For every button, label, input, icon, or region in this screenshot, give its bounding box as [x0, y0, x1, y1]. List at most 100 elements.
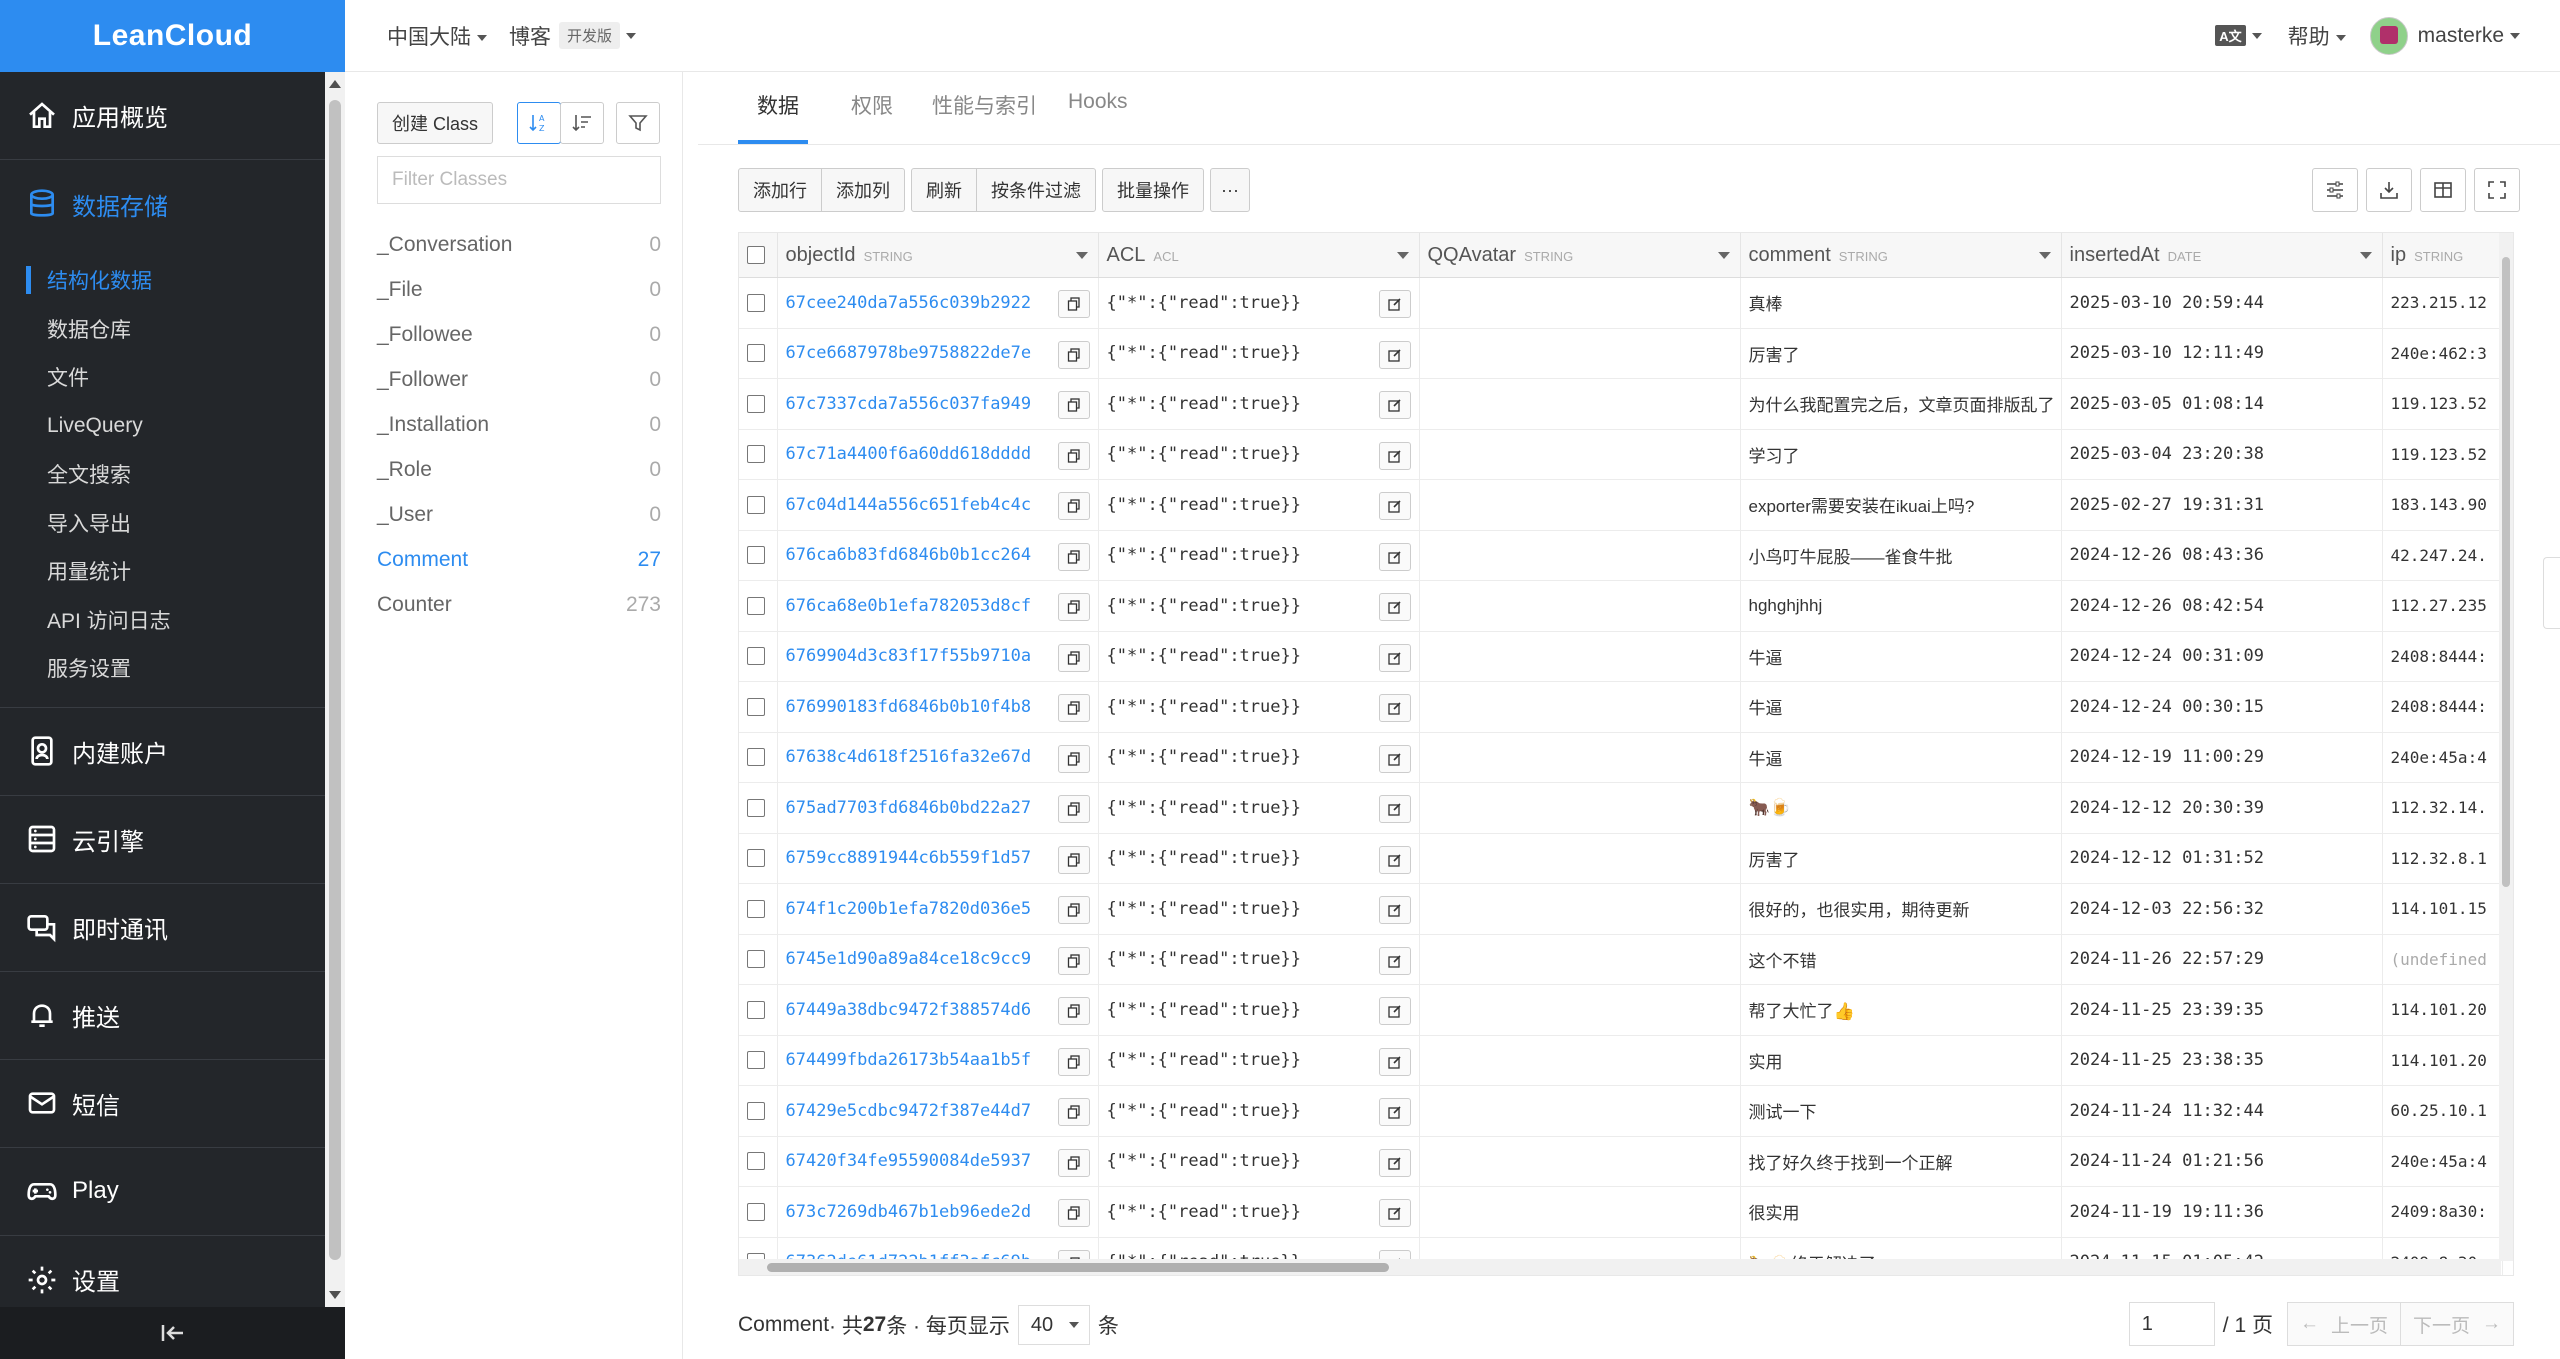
cell-qqavatar[interactable]	[1419, 580, 1741, 632]
column-menu-icon[interactable]	[1075, 252, 1088, 259]
row-select-cell[interactable]	[739, 631, 778, 682]
cell-qqavatar[interactable]	[1419, 1136, 1741, 1187]
tab-data[interactable]: 数据	[757, 90, 799, 120]
edit-acl-button[interactable]	[1378, 997, 1411, 1025]
scroll-thumb[interactable]	[329, 100, 341, 1260]
class-item[interactable]: Counter 273	[377, 582, 661, 627]
cell-comment[interactable]: 🐂🍺	[1740, 782, 2062, 834]
batch-button[interactable]: 批量操作	[1102, 168, 1204, 212]
cell-acl[interactable]: {"*":{"read":true}}	[1098, 479, 1420, 531]
cell-comment[interactable]: 牛逼	[1740, 681, 2062, 733]
cell-objectid[interactable]: 676990183fd6846b0b10f4b8	[777, 681, 1099, 733]
cell-ip[interactable]: 114.101.20	[2382, 1035, 2503, 1086]
cell-objectid[interactable]: 676ca6b83fd6846b0b1cc264	[777, 530, 1099, 581]
cell-acl[interactable]: {"*":{"read":true}}	[1098, 934, 1420, 985]
table-row[interactable]: 674499fbda26173b54aa1b5f {"*":{"read":tru…	[739, 1035, 2503, 1086]
edit-acl-button[interactable]	[1378, 1047, 1411, 1076]
cell-acl[interactable]: {"*":{"read":true}}	[1098, 1186, 1420, 1238]
edit-acl-button[interactable]	[1378, 1148, 1411, 1177]
tab-permissions[interactable]: 权限	[851, 90, 893, 120]
class-item[interactable]: _Installation 0	[377, 402, 661, 447]
cell-objectid[interactable]: 67ce6687978be9758822de7e	[777, 328, 1099, 379]
edit-acl-button[interactable]	[1378, 492, 1411, 520]
refresh-button[interactable]: 刷新	[911, 168, 977, 212]
cell-qqavatar[interactable]	[1419, 782, 1741, 834]
cell-comment[interactable]: 找了好久终于找到一个正解	[1740, 1136, 2062, 1187]
cell-insertedat[interactable]: 2025-03-04 23:20:38	[2061, 429, 2383, 480]
cell-objectid[interactable]: 675ad7703fd6846b0bd22a27	[777, 782, 1099, 834]
cell-qqavatar[interactable]	[1419, 934, 1741, 985]
scroll-down-arrow-icon[interactable]	[329, 1291, 341, 1299]
copy-button[interactable]	[1057, 492, 1090, 520]
row-select-cell[interactable]	[739, 1085, 778, 1137]
table-row[interactable]: 676ca68e0b1efa782053d8cf {"*":{"read":tru…	[739, 580, 2503, 632]
row-select-cell[interactable]	[739, 277, 778, 329]
help-menu[interactable]: 帮助	[2288, 21, 2346, 51]
row-checkbox[interactable]	[747, 293, 765, 312]
copy-button[interactable]	[1057, 391, 1090, 419]
edit-acl-button[interactable]	[1378, 946, 1411, 975]
user-menu[interactable]: masterke	[2369, 16, 2520, 55]
edit-acl-button[interactable]	[1378, 593, 1411, 621]
row-checkbox[interactable]	[747, 647, 765, 666]
cell-ip[interactable]: 114.101.15	[2382, 883, 2503, 935]
cell-insertedat[interactable]: 2024-12-12 01:31:52	[2061, 833, 2383, 884]
row-select-cell[interactable]	[739, 934, 778, 985]
cell-insertedat[interactable]: 2024-11-24 01:21:56	[2061, 1136, 2383, 1187]
cell-qqavatar[interactable]	[1419, 1035, 1741, 1086]
nav-sms[interactable]: 短信	[0, 1060, 325, 1148]
cell-objectid[interactable]: 67c04d144a556c651feb4c4c	[777, 479, 1099, 531]
edit-acl-button[interactable]	[1378, 795, 1411, 823]
sort-count-button[interactable]	[560, 102, 604, 144]
cell-acl[interactable]: {"*":{"read":true}}	[1098, 681, 1420, 733]
language-selector[interactable]: A文	[2215, 25, 2262, 46]
row-select-cell[interactable]	[739, 1136, 778, 1187]
table-row[interactable]: 676990183fd6846b0b10f4b8 {"*":{"read":tru…	[739, 681, 2503, 733]
edit-acl-button[interactable]	[1378, 896, 1411, 924]
row-checkbox[interactable]	[747, 899, 765, 918]
row-checkbox[interactable]	[747, 1152, 765, 1171]
cell-acl[interactable]: {"*":{"read":true}}	[1098, 580, 1420, 632]
table-row[interactable]: 6745e1d90a89a84ce18c9cc9 {"*":{"read":tru…	[739, 934, 2503, 985]
cell-comment[interactable]: 小鸟叮牛屁股——雀食牛批	[1740, 530, 2062, 581]
edit-acl-button[interactable]	[1378, 744, 1411, 773]
create-class-button[interactable]: 创建 Class	[377, 102, 493, 144]
sub-item-search[interactable]: 全文搜索	[0, 450, 325, 499]
edit-acl-button[interactable]	[1378, 1098, 1411, 1126]
next-page-button[interactable]: 下一页 →	[2399, 1302, 2514, 1346]
cell-comment[interactable]: 真棒	[1740, 277, 2062, 329]
cell-comment[interactable]: 为什么我配置完之后，文章页面排版乱了	[1740, 378, 2062, 430]
cell-objectid[interactable]: 67cee240da7a556c039b2922	[777, 277, 1099, 329]
cell-objectid[interactable]: 67c7337cda7a556c037fa949	[777, 378, 1099, 430]
table-row[interactable]: 67420f34fe95590084de5937 {"*":{"read":tru…	[739, 1136, 2503, 1187]
cell-acl[interactable]: {"*":{"read":true}}	[1098, 984, 1420, 1036]
copy-button[interactable]	[1057, 290, 1090, 318]
cell-ip[interactable]: 240e:45a:4	[2382, 732, 2503, 783]
copy-button[interactable]	[1057, 795, 1090, 823]
row-checkbox[interactable]	[747, 546, 765, 565]
row-select-cell[interactable]	[739, 681, 778, 733]
table-row[interactable]: 67ce6687978be9758822de7e {"*":{"read":tru…	[739, 328, 2503, 379]
copy-button[interactable]	[1057, 1148, 1090, 1177]
cell-comment[interactable]: 厉害了	[1740, 833, 2062, 884]
filter-classes-button[interactable]	[616, 102, 660, 144]
row-select-cell[interactable]	[739, 328, 778, 379]
row-select-cell[interactable]	[739, 833, 778, 884]
cell-ip[interactable]: 114.101.20	[2382, 984, 2503, 1036]
copy-button[interactable]	[1057, 694, 1090, 722]
scroll-thumb[interactable]	[767, 1263, 1389, 1272]
cell-acl[interactable]: {"*":{"read":true}}	[1098, 328, 1420, 379]
cell-ip[interactable]: 240e:462:3	[2382, 328, 2503, 379]
page-size-select[interactable]: 40	[1017, 1305, 1090, 1345]
sub-item-files[interactable]: 文件	[0, 353, 325, 402]
cell-acl[interactable]: {"*":{"read":true}}	[1098, 782, 1420, 834]
sub-item-livequery[interactable]: LiveQuery	[0, 402, 325, 451]
class-item[interactable]: _User 0	[377, 492, 661, 537]
copy-button[interactable]	[1057, 441, 1090, 470]
cell-ip[interactable]: 112.32.14.	[2382, 782, 2503, 834]
copy-button[interactable]	[1057, 845, 1090, 874]
cell-ip[interactable]: 240e:45a:4	[2382, 1136, 2503, 1187]
row-checkbox[interactable]	[747, 798, 765, 817]
edit-acl-button[interactable]	[1378, 845, 1411, 874]
cell-insertedat[interactable]: 2024-11-24 11:32:44	[2061, 1085, 2383, 1137]
